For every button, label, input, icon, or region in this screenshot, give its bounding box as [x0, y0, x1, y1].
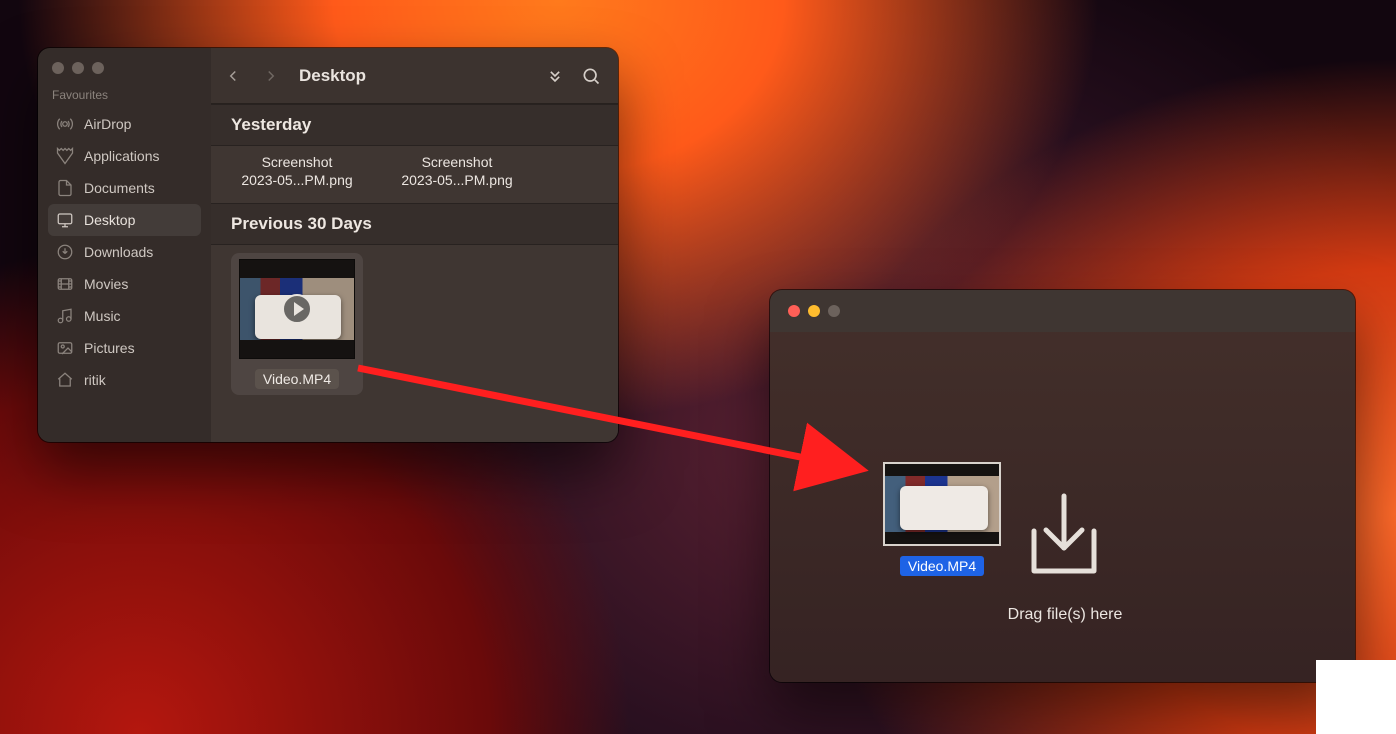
- window-controls: [52, 62, 201, 74]
- file-grid-previous30: Video.MP4: [211, 245, 618, 409]
- dragged-file-name: Video.MP4: [900, 556, 984, 576]
- desktop-icon: [56, 211, 74, 229]
- finder-sidebar: Favourites AirDrop Applications Document…: [38, 48, 211, 442]
- traffic-light-close[interactable]: [52, 62, 64, 74]
- sidebar-item-documents[interactable]: Documents: [48, 172, 201, 204]
- downloads-icon: [56, 243, 74, 261]
- back-button[interactable]: [219, 62, 247, 90]
- pictures-icon: [56, 339, 74, 357]
- sidebar-item-airdrop[interactable]: AirDrop: [48, 108, 201, 140]
- dragged-video-thumbnail: [883, 462, 1001, 546]
- finder-content: Yesterday Screenshot 2023-05...PM.png Sc…: [211, 104, 618, 442]
- sidebar-item-movies[interactable]: Movies: [48, 268, 201, 300]
- sidebar-item-desktop[interactable]: Desktop: [48, 204, 201, 236]
- sidebar-item-downloads[interactable]: Downloads: [48, 236, 201, 268]
- file-name-line: Screenshot: [422, 154, 493, 170]
- sidebar-item-label: Documents: [84, 180, 155, 196]
- sidebar-item-label: Pictures: [84, 340, 135, 356]
- movies-icon: [56, 275, 74, 293]
- airdrop-icon: [56, 115, 74, 133]
- file-name-line: 2023-05...PM.png: [241, 172, 352, 188]
- video-thumbnail: [239, 259, 355, 359]
- finder-main: Desktop Yesterday Screenshot 2023-05...P…: [211, 48, 618, 442]
- corner-overlay: [1316, 660, 1396, 734]
- file-selection-highlight: Video.MP4: [231, 253, 363, 395]
- file-name-badge: Video.MP4: [255, 369, 339, 389]
- finder-window: Favourites AirDrop Applications Document…: [38, 48, 618, 442]
- group-header-yesterday: Yesterday: [211, 104, 618, 146]
- traffic-light-minimize[interactable]: [808, 305, 820, 317]
- documents-icon: [56, 179, 74, 197]
- file-grid-yesterday: Screenshot 2023-05...PM.png Screenshot 2…: [211, 146, 618, 203]
- sidebar-item-music[interactable]: Music: [48, 300, 201, 332]
- file-item-video[interactable]: Video.MP4: [227, 253, 367, 395]
- folder-title: Desktop: [299, 66, 366, 86]
- home-icon: [56, 371, 74, 389]
- traffic-light-zoom[interactable]: [92, 62, 104, 74]
- sidebar-item-pictures[interactable]: Pictures: [48, 332, 201, 364]
- drop-area[interactable]: Video.MP4 Drag file(s) here: [770, 332, 1355, 682]
- finder-toolbar: Desktop: [211, 48, 618, 104]
- file-item[interactable]: Screenshot 2023-05...PM.png: [227, 154, 367, 189]
- dragged-file[interactable]: Video.MP4: [872, 462, 1012, 576]
- drop-titlebar: [770, 290, 1355, 332]
- sidebar-item-label: Music: [84, 308, 121, 324]
- music-icon: [56, 307, 74, 325]
- sidebar-item-home[interactable]: ritik: [48, 364, 201, 396]
- drop-hint-label: Drag file(s) here: [945, 606, 1185, 624]
- play-overlay-icon: [282, 294, 312, 324]
- group-header-previous30: Previous 30 Days: [211, 203, 618, 245]
- forward-button[interactable]: [257, 62, 285, 90]
- sidebar-item-label: Applications: [84, 148, 160, 164]
- sidebar-item-label: Desktop: [84, 212, 135, 228]
- traffic-light-close[interactable]: [788, 305, 800, 317]
- drop-here-icon: [1010, 482, 1118, 590]
- file-name-line: 2023-05...PM.png: [401, 172, 512, 188]
- sidebar-item-label: Movies: [84, 276, 128, 292]
- sidebar-item-label: Downloads: [84, 244, 153, 260]
- sidebar-section-label: Favourites: [52, 88, 201, 102]
- file-item[interactable]: Screenshot 2023-05...PM.png: [387, 154, 527, 189]
- file-name-line: Screenshot: [262, 154, 333, 170]
- sidebar-item-label: AirDrop: [84, 116, 131, 132]
- traffic-light-zoom[interactable]: [828, 305, 840, 317]
- applications-icon: [56, 147, 74, 165]
- search-icon[interactable]: [578, 63, 604, 89]
- traffic-light-minimize[interactable]: [72, 62, 84, 74]
- sidebar-item-applications[interactable]: Applications: [48, 140, 201, 172]
- sidebar-item-label: ritik: [84, 372, 106, 388]
- overflow-toolbar-icon[interactable]: [542, 63, 568, 89]
- drop-target-window: Video.MP4 Drag file(s) here: [770, 290, 1355, 682]
